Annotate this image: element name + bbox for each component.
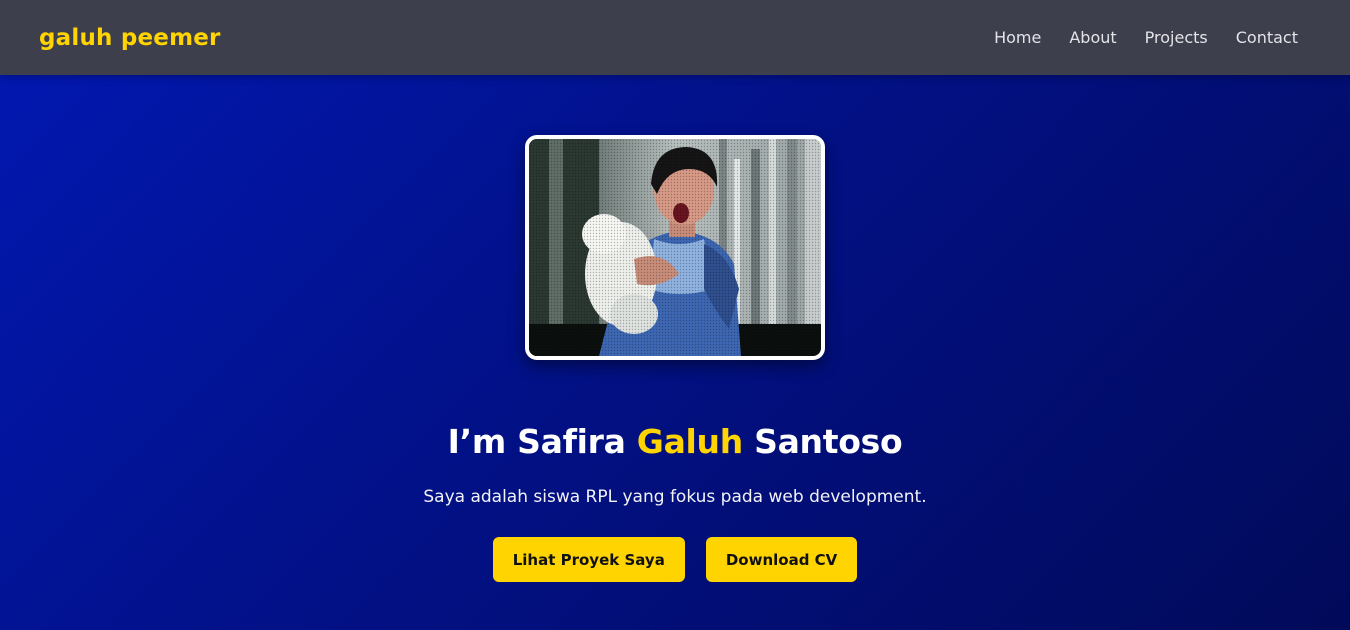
nav-link-contact[interactable]: Contact (1236, 28, 1298, 47)
nav-link-projects[interactable]: Projects (1145, 28, 1208, 47)
hero-section: I’m Safira Galuh Santoso Saya adalah sis… (0, 75, 1350, 630)
download-cv-button[interactable]: Download CV (705, 537, 858, 582)
brand-logo[interactable]: galuh peemer (39, 25, 221, 51)
nav-link-home[interactable]: Home (994, 28, 1041, 47)
hero-title-highlight: Galuh (636, 422, 743, 461)
view-projects-button[interactable]: Lihat Proyek Saya (492, 537, 685, 582)
profile-photo (529, 139, 821, 356)
hero-title-prefix: I’m Safira (447, 422, 637, 461)
profile-photo-frame (525, 135, 825, 360)
navbar: galuh peemer Home About Projects Contact (0, 0, 1350, 75)
cta-button-row: Lihat Proyek Saya Download CV (492, 537, 858, 582)
nav-links: Home About Projects Contact (994, 28, 1298, 47)
nav-link-about[interactable]: About (1069, 28, 1116, 47)
hero-title: I’m Safira Galuh Santoso (448, 422, 903, 461)
hero-title-suffix: Santoso (742, 422, 903, 461)
hero-subtitle: Saya adalah siswa RPL yang fokus pada we… (423, 487, 927, 507)
